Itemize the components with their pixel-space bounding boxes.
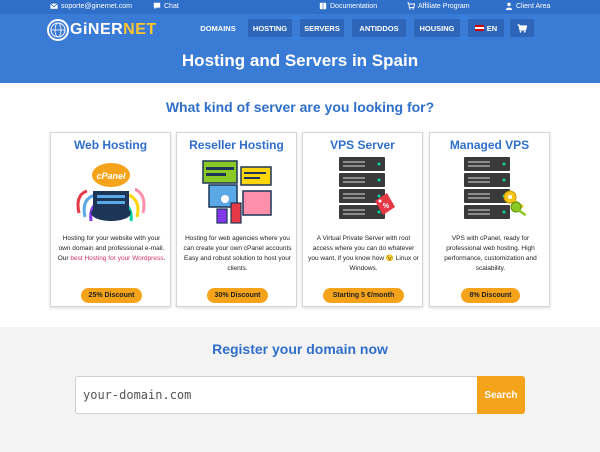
card-description-end: . [163, 255, 166, 262]
logo-wordmark: GiNERNET [70, 21, 157, 39]
web-hosting-card[interactable]: Web Hosting cPanel Hosting for your webs… [50, 132, 171, 307]
domain-search-button[interactable]: Search [477, 376, 525, 414]
nav-antiddos[interactable]: ANTIDDOS [352, 19, 406, 37]
documentation-text: Documentation [330, 2, 378, 10]
vps-server-card[interactable]: VPS Server % A Virtual Private Server wi… [302, 132, 423, 307]
nav-hosting-label: HOSTING [252, 23, 288, 33]
cart-check-icon [407, 2, 415, 10]
server-type-heading: What kind of server are you looking for? [165, 99, 435, 115]
shopping-cart-icon [517, 23, 527, 33]
nav-domains[interactable]: DOMAINS [189, 19, 247, 37]
cpanel-label: cPanel [96, 171, 126, 181]
card-title: Managed VPS [449, 138, 530, 152]
uk-flag-icon [474, 25, 484, 31]
server-rack-key-icon [464, 157, 527, 219]
card-title: Web Hosting [73, 138, 148, 152]
cpanel-hosting-illustration-icon: cPanel [76, 163, 146, 222]
percent-tag-icon: % [383, 203, 390, 210]
support-email-text: soporte@ginernet.com [61, 2, 132, 10]
support-email-link[interactable]: soporte@ginernet.com [50, 2, 132, 10]
card-description: VPS with cPanel, ready for professional … [444, 235, 537, 272]
managed-vps-card[interactable]: Managed VPS VPS with cPanel, ready for p… [429, 132, 550, 307]
domain-heading: Register your domain now [212, 341, 388, 357]
server-rack-icon: % [339, 157, 395, 219]
client-area-link[interactable]: Client Area [505, 2, 550, 10]
nav-domains-label: DOMAINS [200, 23, 236, 33]
language-label: EN [486, 23, 498, 33]
chat-text: Chat [164, 2, 179, 10]
nav-housing-label: HOUSING [419, 23, 455, 33]
discount-badge[interactable]: 25% Discount [81, 288, 142, 303]
nav-hosting[interactable]: HOSTING [248, 19, 292, 37]
card-title: Reseller Hosting [189, 138, 284, 152]
envelope-icon [50, 3, 58, 9]
discount-badge[interactable]: 30% Discount [207, 288, 268, 303]
header-hero: GiNERNET DOMAINS HOSTING SERVERS ANTIDDO… [0, 14, 600, 83]
ginernet-logo[interactable]: GiNERNET [47, 17, 157, 43]
nav-servers[interactable]: SERVERS [300, 19, 344, 37]
domain-search-section: Register your domain now Search [0, 327, 600, 452]
reseller-hosting-card[interactable]: Reseller Hosting Hosting for web agencie… [176, 132, 297, 307]
top-utility-bar: soporte@ginernet.com Chat Documentation … [0, 0, 600, 14]
globe-logo-icon [47, 19, 69, 41]
domain-search-input[interactable] [75, 376, 477, 414]
language-selector[interactable]: EN [468, 19, 504, 37]
book-icon [319, 2, 327, 10]
logo-wordmark-part2: NET [123, 21, 157, 38]
card-title: VPS Server [330, 138, 395, 152]
nav-servers-label: SERVERS [304, 23, 340, 33]
logo-wordmark-part1: GiNER [70, 21, 124, 38]
card-description: Hosting for web agencies where you can c… [183, 235, 292, 272]
nav-antiddos-label: ANTIDDOS [359, 23, 399, 33]
nav-housing[interactable]: HOUSING [414, 19, 460, 37]
documentation-link[interactable]: Documentation [319, 2, 377, 10]
user-icon [505, 2, 513, 10]
card-description: Hosting for your website with your own d… [56, 234, 167, 264]
pricing-badge[interactable]: Starting 5 €/month [323, 288, 404, 303]
reseller-windows-illustration-icon [202, 160, 272, 224]
affiliate-link[interactable]: Affiliate Program [407, 2, 470, 10]
card-description: A Virtual Private Server with root acces… [308, 235, 419, 272]
cart-button[interactable] [510, 19, 534, 37]
client-area-text: Client Area [516, 2, 551, 10]
affiliate-text: Affiliate Program [418, 2, 470, 10]
page-title: Hosting and Servers in Spain [181, 51, 419, 70]
chat-bubble-icon [153, 2, 161, 10]
best-hosting-wordpress-link[interactable]: best Hosting for your Wordpress [70, 255, 163, 262]
chat-link[interactable]: Chat [153, 2, 179, 10]
discount-badge[interactable]: 8% Discount [461, 288, 520, 303]
